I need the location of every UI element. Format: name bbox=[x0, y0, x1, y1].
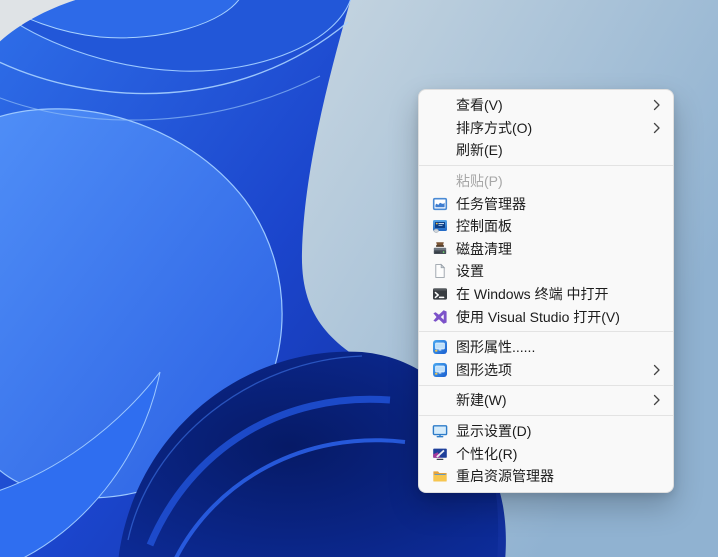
menu-separator bbox=[419, 415, 673, 417]
menu-item-open-in-windows-terminal[interactable]: 在 Windows 终端 中打开 bbox=[419, 283, 673, 306]
menu-item-label: 在 Windows 终端 中打开 bbox=[456, 286, 609, 303]
menu-item-open-with-visual-studio[interactable]: 使用 Visual Studio 打开(V) bbox=[419, 305, 673, 328]
menu-item-restart-explorer[interactable]: 重启资源管理器 bbox=[419, 465, 673, 488]
menu-item-label: 控制面板 bbox=[456, 218, 512, 235]
menu-separator bbox=[419, 384, 673, 386]
menu-item-label: 个性化(R) bbox=[456, 445, 518, 462]
menu-item-new[interactable]: 新建(W) bbox=[419, 389, 673, 412]
chevron-right-icon bbox=[645, 394, 661, 406]
menu-item-disk-cleanup[interactable]: 磁盘清理 bbox=[419, 238, 673, 261]
disk-cleanup-icon bbox=[432, 241, 448, 257]
menu-item-task-manager[interactable]: 任务管理器 bbox=[419, 192, 673, 215]
intel-graphics-icon bbox=[432, 362, 448, 378]
menu-item-label: 查看(V) bbox=[456, 97, 503, 114]
menu-separator bbox=[419, 165, 673, 167]
display-settings-icon bbox=[432, 423, 448, 439]
menu-item-paste: 粘贴(P) bbox=[419, 170, 673, 193]
menu-item-sort-by[interactable]: 排序方式(O) bbox=[419, 117, 673, 140]
menu-item-label: 图形选项 bbox=[456, 361, 512, 378]
menu-item-label: 磁盘清理 bbox=[456, 240, 512, 257]
menu-separator bbox=[419, 331, 673, 333]
task-manager-icon bbox=[432, 196, 448, 212]
menu-item-label: 任务管理器 bbox=[456, 195, 526, 212]
windows-terminal-icon bbox=[432, 286, 448, 302]
menu-item-control-panel[interactable]: 控制面板 bbox=[419, 215, 673, 238]
menu-item-graphics-options[interactable]: 图形选项 bbox=[419, 359, 673, 382]
chevron-right-icon bbox=[645, 364, 661, 376]
menu-item-label: 粘贴(P) bbox=[456, 173, 503, 190]
menu-item-label: 图形属性...... bbox=[456, 339, 536, 356]
menu-item-label: 设置 bbox=[456, 263, 484, 280]
desktop-context-menu: 查看(V) 排序方式(O) 刷新(E) 粘贴(P) 任务管理器 控制面板 磁盘清… bbox=[418, 89, 674, 493]
menu-item-refresh[interactable]: 刷新(E) bbox=[419, 139, 673, 162]
menu-item-graphics-properties[interactable]: 图形属性...... bbox=[419, 336, 673, 359]
menu-item-label: 排序方式(O) bbox=[456, 119, 533, 136]
menu-item-view[interactable]: 查看(V) bbox=[419, 94, 673, 117]
menu-item-label: 新建(W) bbox=[456, 392, 507, 409]
menu-item-display-settings[interactable]: 显示设置(D) bbox=[419, 420, 673, 443]
visual-studio-icon bbox=[432, 309, 448, 325]
personalization-icon bbox=[432, 446, 448, 462]
menu-item-label: 使用 Visual Studio 打开(V) bbox=[456, 308, 620, 325]
chevron-right-icon bbox=[645, 99, 661, 111]
intel-graphics-icon bbox=[432, 339, 448, 355]
chevron-right-icon bbox=[645, 122, 661, 134]
folder-icon bbox=[432, 468, 448, 484]
document-icon bbox=[432, 263, 448, 279]
menu-item-label: 显示设置(D) bbox=[456, 423, 532, 440]
control-panel-icon bbox=[432, 218, 448, 234]
menu-item-label: 重启资源管理器 bbox=[456, 468, 554, 485]
menu-item-label: 刷新(E) bbox=[456, 142, 503, 159]
menu-item-personalize[interactable]: 个性化(R) bbox=[419, 442, 673, 465]
menu-item-settings[interactable]: 设置 bbox=[419, 260, 673, 283]
